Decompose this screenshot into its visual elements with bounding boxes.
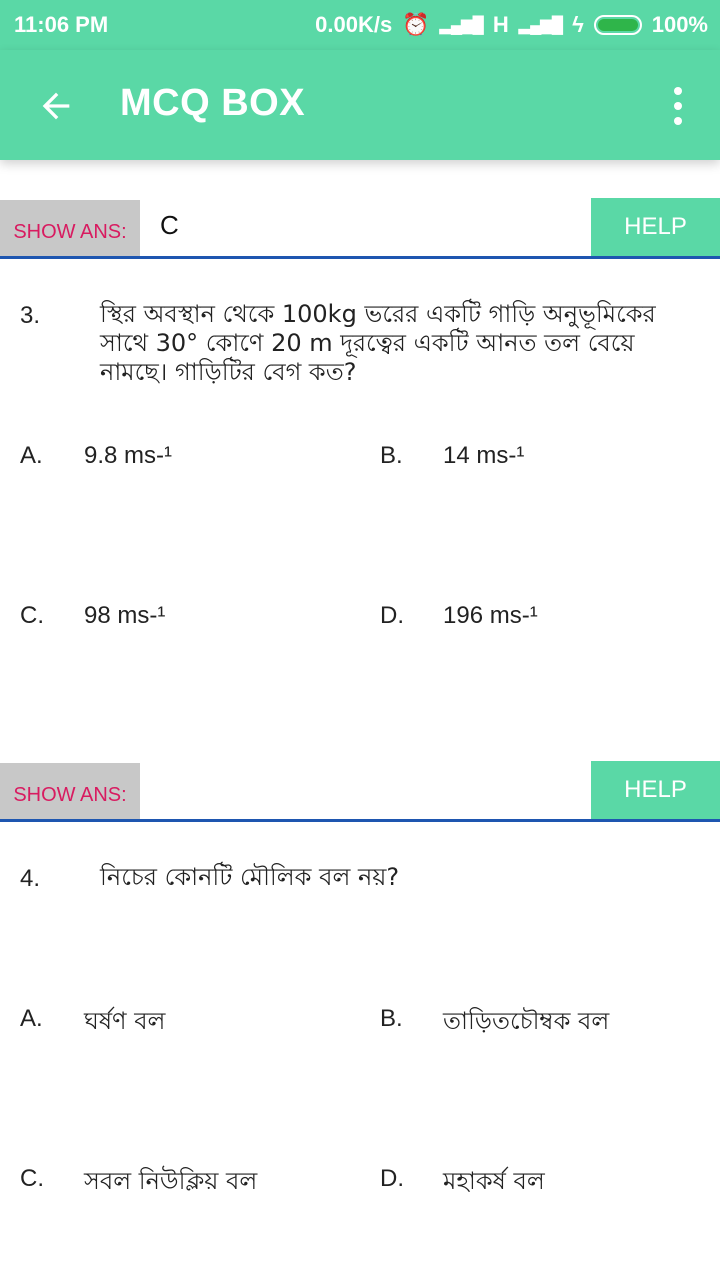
question-number: 4. xyxy=(20,865,41,892)
signal-icon-2: ▂▄▆█ xyxy=(518,17,563,34)
status-icons: 0.00K/s ⏰ ▂▄▆█ H ▂▄▆█ ϟ 100% xyxy=(315,12,708,38)
status-bar: 11:06 PM 0.00K/s ⏰ ▂▄▆█ H ▂▄▆█ ϟ 100% xyxy=(0,0,720,50)
arrow-left-icon[interactable] xyxy=(36,86,76,126)
more-vert-icon[interactable] xyxy=(670,86,686,126)
app-bar: MCQ BOX xyxy=(0,50,720,160)
question-number: 3. xyxy=(20,302,41,329)
option-d[interactable]: 196 ms-¹ xyxy=(443,602,538,630)
question-text: স্থির অবস্থান থেকে 100kg ভরের একটি গাড়ি… xyxy=(100,300,656,386)
option-c-letter: C. xyxy=(20,1165,44,1192)
show-ans-button[interactable]: SHOW ANS: xyxy=(0,200,140,256)
option-c-letter: C. xyxy=(20,602,44,629)
alarm-icon: ⏰ xyxy=(402,12,430,37)
help-button[interactable]: HELP xyxy=(591,761,720,819)
battery-fill xyxy=(597,19,638,31)
option-a[interactable]: 9.8 ms-¹ xyxy=(84,442,172,470)
option-d-letter: D. xyxy=(380,1165,404,1192)
option-d[interactable]: মহাকর্ষ বল xyxy=(443,1163,545,1203)
answer-value: C xyxy=(160,210,179,240)
option-b[interactable]: তাড়িতচৌম্বক বল xyxy=(443,1003,609,1043)
option-b-letter: B. xyxy=(380,442,403,469)
option-b-letter: B. xyxy=(380,1005,403,1032)
show-ans-button[interactable]: SHOW ANS: xyxy=(0,763,140,819)
signal-icon: ▂▄▆█ xyxy=(439,17,484,34)
status-time: 11:06 PM xyxy=(14,12,109,37)
network-type: H xyxy=(492,12,509,37)
option-b[interactable]: 14 ms-¹ xyxy=(443,442,524,470)
app-title: MCQ BOX xyxy=(120,82,306,124)
option-c[interactable]: সবল নিউক্লিয় বল xyxy=(84,1163,257,1203)
answer-row: SHOW ANS: HELP xyxy=(0,761,720,822)
battery-percent: 100% xyxy=(651,12,708,37)
option-a-letter: A. xyxy=(20,442,43,469)
option-a-letter: A. xyxy=(20,1005,43,1032)
net-speed: 0.00K/s xyxy=(315,12,393,37)
option-c[interactable]: 98 ms-¹ xyxy=(84,602,165,630)
option-d-letter: D. xyxy=(380,602,404,629)
help-button[interactable]: HELP xyxy=(591,198,720,256)
question-text: নিচের কোনটি মৌলিক বল নয়? xyxy=(100,863,400,891)
battery-icon xyxy=(593,15,642,35)
charging-icon: ϟ xyxy=(572,12,584,37)
answer-row: SHOW ANS: C HELP xyxy=(0,198,720,259)
option-a[interactable]: ঘর্ষণ বল xyxy=(84,1003,165,1043)
